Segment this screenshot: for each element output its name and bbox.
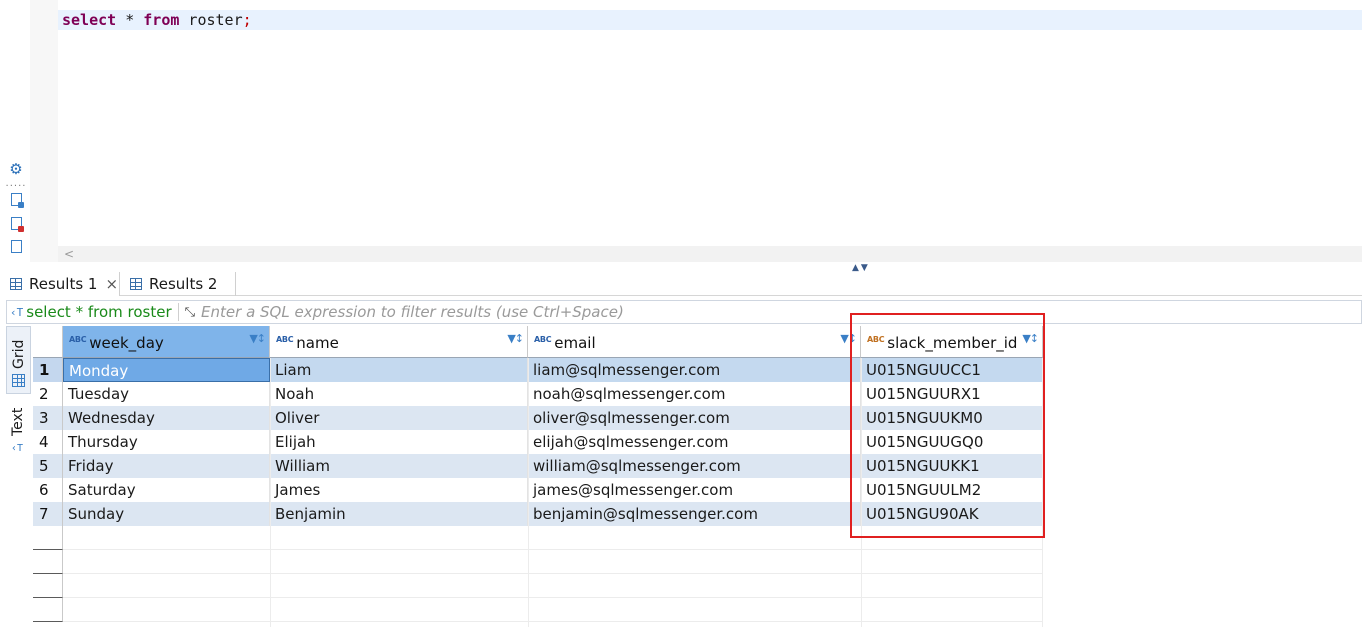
filter-bar: ‹T select * from roster ⤡ [6,300,1362,324]
expand-icon[interactable]: ⤡ [185,305,195,320]
column-name: week_day [89,334,164,352]
cell-name[interactable]: Elijah [270,430,528,454]
filter-sort-icon[interactable]: ▼↕ [507,332,524,345]
cell-email[interactable]: benjamin@sqlmessenger.com [528,502,861,526]
grid-tab-label: Grid [11,339,27,369]
row-number[interactable]: 5 [33,454,63,478]
tab-label: Results 1 [29,275,98,293]
cell-name[interactable]: William [270,454,528,478]
results-grid[interactable]: ABC week_day ▼↕ ABC name ▼↕ ABC email ▼↕… [33,326,1362,627]
tab-label: Results 2 [149,275,218,293]
grid-icon [12,374,25,387]
cell-name[interactable]: Noah [270,382,528,406]
row-number[interactable]: 1 [33,358,63,382]
column-header-email[interactable]: ABC email ▼↕ [528,326,861,358]
stop-script-icon[interactable] [8,215,24,232]
grid-icon [130,278,142,290]
string-type-icon: ABC [69,335,87,344]
string-type-icon: ABC [534,335,552,344]
cell-name[interactable]: Liam [270,358,528,382]
cell-week-day[interactable]: Monday [63,358,270,382]
cell-week-day[interactable]: Saturday [63,478,270,502]
cell-email[interactable]: noah@sqlmessenger.com [528,382,861,406]
sql-semicolon: ; [242,11,252,29]
row-number-cell [33,526,63,550]
row-number[interactable]: 6 [33,478,63,502]
column-name: name [296,334,339,352]
column-name: email [554,334,596,352]
scroll-left-icon[interactable]: < [64,246,74,262]
column-header-name[interactable]: ABC name ▼↕ [270,326,528,358]
view-mode-tabs: Grid Text ‹T [6,326,31,627]
cell-email[interactable]: oliver@sqlmessenger.com [528,406,861,430]
row-number[interactable]: 2 [33,382,63,406]
cell-email[interactable]: elijah@sqlmessenger.com [528,430,861,454]
sql-editor[interactable]: select * from roster; [58,0,1362,246]
sql-keyword-select: select [62,11,117,29]
active-query-label[interactable]: select * from roster [26,303,179,321]
sql-table-name: roster [179,11,243,29]
tab-text-view[interactable]: Text ‹T [6,400,31,460]
gear-icon[interactable]: ⚙ [8,160,24,178]
cell-week-day[interactable]: Sunday [63,502,270,526]
row-number-cell [33,574,63,598]
row-number-cell [33,598,63,622]
cell-name[interactable]: Oliver [270,406,528,430]
sql-keyword-from: from [143,11,180,29]
sql-star: * [116,11,144,29]
cell-week-day[interactable]: Friday [63,454,270,478]
column-divider [270,358,271,627]
filter-sort-icon[interactable]: ▼↕ [249,332,266,345]
cell-name[interactable]: Benjamin [270,502,528,526]
row-number-cell [33,550,63,574]
cell-email[interactable]: james@sqlmessenger.com [528,478,861,502]
filter-expression-input[interactable] [201,303,1361,321]
row-number[interactable]: 3 [33,406,63,430]
cell-name[interactable]: James [270,478,528,502]
empty-row [33,598,1043,622]
string-type-icon: ABC [276,335,294,344]
text-tab-label: Text [10,407,26,436]
explain-plan-icon[interactable] [8,238,24,254]
row-number-header[interactable] [33,326,63,358]
grid-icon [10,278,22,290]
line-number-bar [30,0,58,262]
sql-statement: select * from roster; [62,11,252,29]
tab-results-2[interactable]: Results 2 [120,272,236,296]
execute-script-icon[interactable] [8,191,24,208]
column-header-week-day[interactable]: ABC week_day ▼↕ [63,326,270,358]
cell-week-day[interactable]: Wednesday [63,406,270,430]
tab-grid-view[interactable]: Grid [6,326,31,394]
editor-toolbar-gutter: ⚙ ····· [0,0,30,262]
editor-horizontal-scrollbar[interactable]: < [58,246,1362,262]
cell-email[interactable]: william@sqlmessenger.com [528,454,861,478]
row-number[interactable]: 4 [33,430,63,454]
text-icon: ‹T [11,443,24,454]
row-number[interactable]: 7 [33,502,63,526]
empty-row [33,550,1043,574]
empty-row [33,574,1043,598]
highlight-box [850,313,1045,538]
close-icon[interactable]: × [105,275,118,293]
cell-email[interactable]: liam@sqlmessenger.com [528,358,861,382]
column-divider [528,358,529,627]
current-line: select * from roster; [58,10,1362,30]
results-tab-bar: Results 1 × Results 2 [0,272,1362,296]
tab-results-1[interactable]: Results 1 × [0,272,120,296]
cell-week-day[interactable]: Thursday [63,430,270,454]
cell-week-day[interactable]: Tuesday [63,382,270,406]
sql-text-icon: ‹T [10,305,24,319]
